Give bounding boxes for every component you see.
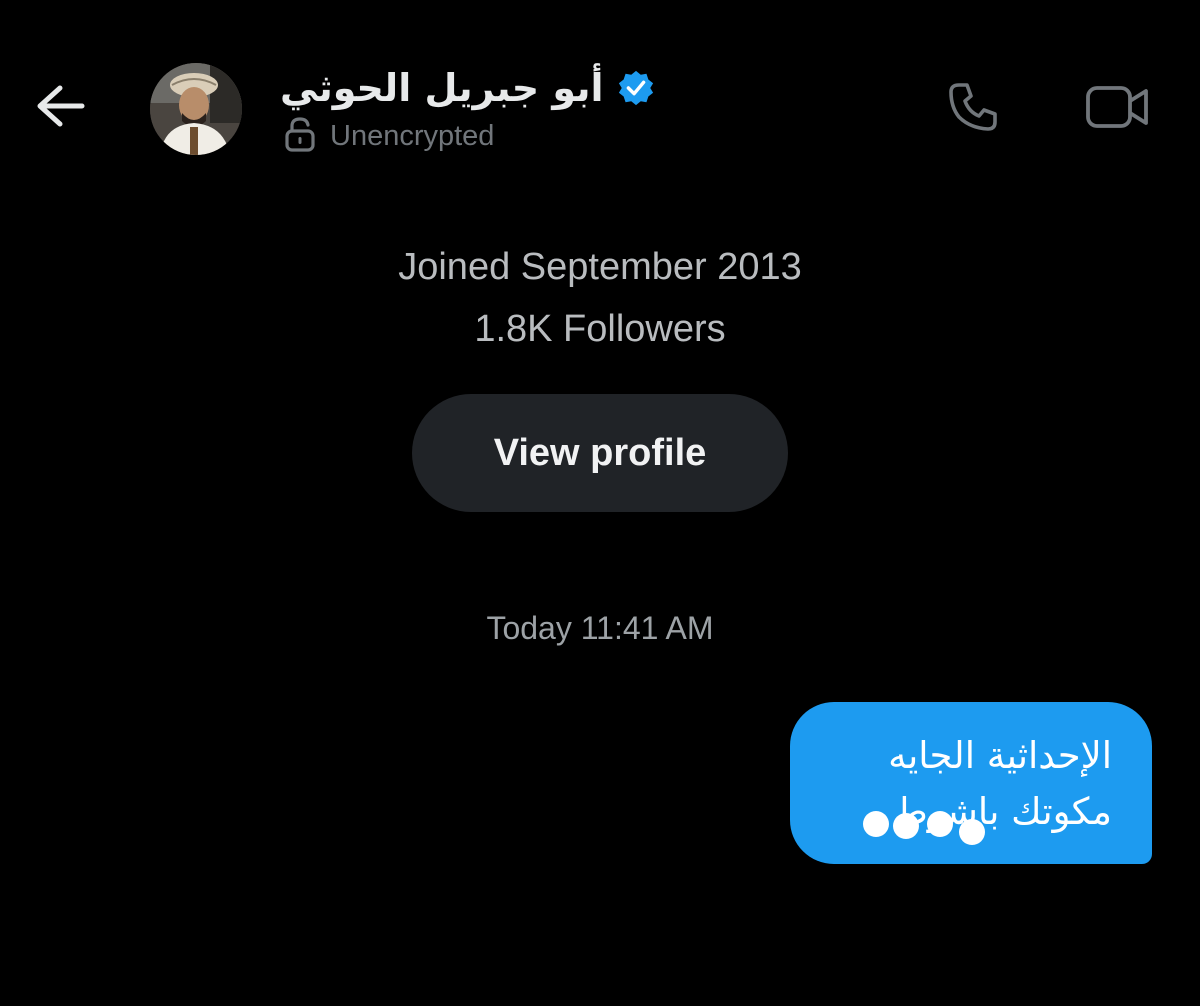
contact-name: أبو جبريل الحوثي — [280, 66, 604, 110]
redaction-dots — [863, 811, 985, 845]
view-profile-button[interactable]: View profile — [412, 394, 788, 512]
verified-badge-icon — [616, 68, 656, 108]
arrow-left-icon — [34, 84, 86, 133]
encryption-status: Unencrypted — [284, 114, 494, 158]
joined-date: Joined September 2013 — [398, 246, 802, 288]
voice-call-button[interactable] — [938, 74, 1008, 144]
avatar-image — [150, 63, 242, 155]
unlocked-icon — [284, 116, 316, 157]
header-title-row[interactable]: أبو جبريل الحوثي — [280, 62, 656, 114]
encryption-status-label: Unencrypted — [330, 119, 495, 152]
back-button[interactable] — [28, 78, 92, 138]
video-camera-icon — [1085, 82, 1151, 137]
message-line-1: الإحداثية الجايه — [888, 734, 1112, 777]
message-timestamp: Today 11:41 AM — [486, 610, 714, 646]
video-call-button[interactable] — [1080, 74, 1156, 144]
phone-icon — [945, 79, 1001, 140]
followers-count: 1.8K Followers — [474, 308, 726, 350]
dm-conversation-screen: أبو جبريل الحوثي Unencrypted Joined Sept… — [0, 0, 1200, 1006]
avatar[interactable] — [150, 63, 242, 155]
